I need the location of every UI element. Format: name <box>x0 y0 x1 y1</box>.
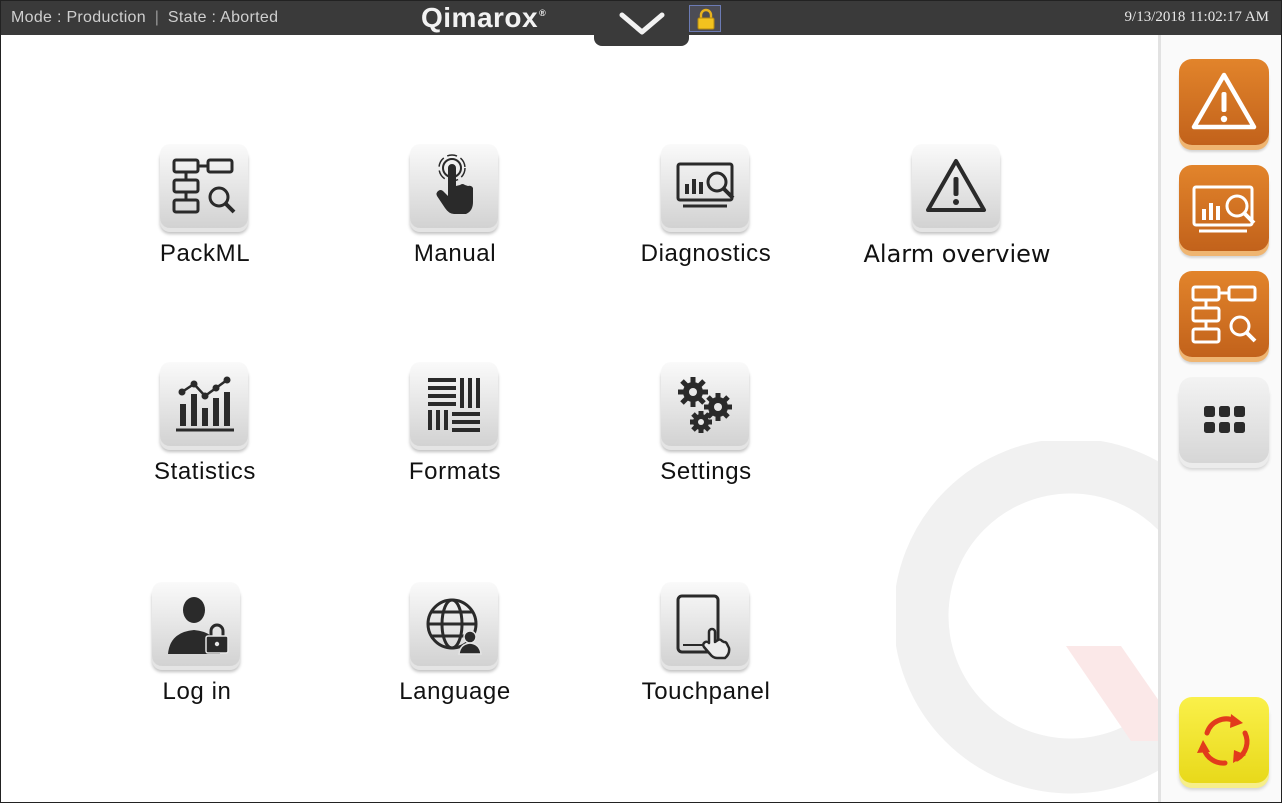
menu-tile-packml[interactable]: PackML <box>115 144 295 304</box>
padlock-icon <box>697 8 715 30</box>
reset-button[interactable] <box>1179 697 1269 783</box>
mode-state-text: Mode : Production | State : Aborted <box>11 9 278 27</box>
menu-tile-manual[interactable]: Manual <box>365 144 545 304</box>
tablet-touch-icon <box>676 594 731 660</box>
menu-label-packml: PackML <box>159 240 251 267</box>
refresh-arrows-icon <box>1197 714 1250 766</box>
gears-icon <box>678 377 732 433</box>
log-in-button[interactable] <box>152 582 240 666</box>
logo-registered-mark: ® <box>539 8 547 18</box>
formats-grid-icon <box>428 378 480 432</box>
menu-tile-alarm-overview[interactable]: Alarm overview <box>863 144 1051 304</box>
right-quick-panel <box>1158 35 1281 802</box>
menu-label-manual: Manual <box>413 240 497 267</box>
menu-tile-log-in[interactable]: Log in <box>107 582 287 742</box>
manual-button[interactable] <box>410 144 498 228</box>
packml-button[interactable] <box>160 144 248 228</box>
chevron-down-icon <box>619 12 665 35</box>
diagnostics-button[interactable] <box>661 144 749 228</box>
menu-label-language: Language <box>399 678 511 705</box>
menu-tile-diagnostics[interactable]: Diagnostics <box>616 144 796 304</box>
alarm-overview-button[interactable] <box>912 144 1000 228</box>
touchpanel-button[interactable] <box>661 582 749 666</box>
quick-alarm-button[interactable] <box>1179 59 1269 145</box>
packml-icon <box>1191 285 1257 344</box>
quick-packml-button[interactable] <box>1179 271 1269 357</box>
logo-text: Qimarox <box>421 2 539 33</box>
formats-button[interactable] <box>410 362 498 446</box>
app-window: Mode : Production | State : Aborted Qima… <box>0 0 1282 803</box>
menu-tile-statistics[interactable]: Statistics <box>115 362 295 522</box>
user-lock-icon <box>168 597 229 654</box>
menu-label-alarm-overview: Alarm overview <box>863 240 1051 268</box>
settings-button[interactable] <box>661 362 749 446</box>
brand-logo: Qimarox® <box>421 2 546 34</box>
mode-text: Mode : Production <box>11 9 146 26</box>
menu-label-formats: Formats <box>408 458 502 485</box>
menu-label-statistics: Statistics <box>153 458 257 485</box>
menu-tile-settings[interactable]: Settings <box>616 362 796 522</box>
bar-chart-icon <box>176 376 234 432</box>
state-text: State : Aborted <box>167 9 279 26</box>
menu-label-log-in: Log in <box>162 678 232 705</box>
grid-dots-icon <box>1204 406 1245 433</box>
language-button[interactable] <box>410 582 498 666</box>
menu-tile-formats[interactable]: Formats <box>365 362 545 522</box>
packml-icon <box>172 158 236 214</box>
warning-triangle-icon <box>1191 72 1257 130</box>
separator: | <box>154 9 160 26</box>
menu-label-settings: Settings <box>660 458 752 485</box>
hand-pointer-icon <box>436 154 473 214</box>
menu-tile-touchpanel[interactable]: Touchpanel <box>616 582 796 742</box>
warning-triangle-icon <box>926 159 986 212</box>
menu-tile-language[interactable]: Language <box>365 582 545 742</box>
globe-user-icon <box>426 598 482 655</box>
dropdown-toggle[interactable] <box>594 1 689 46</box>
datetime-display: 9/13/2018 11:02:17 AM <box>1124 9 1269 25</box>
quick-diagnostics-button[interactable] <box>1179 165 1269 251</box>
lock-button[interactable] <box>689 5 721 32</box>
diagnostics-monitor-icon <box>1192 185 1256 233</box>
diagnostics-monitor-icon <box>676 162 735 208</box>
watermark-logo <box>896 441 1166 794</box>
menu-label-diagnostics: Diagnostics <box>640 240 772 267</box>
menu-label-touchpanel: Touchpanel <box>641 678 771 705</box>
statistics-button[interactable] <box>160 362 248 446</box>
quick-more-button[interactable] <box>1179 377 1269 463</box>
